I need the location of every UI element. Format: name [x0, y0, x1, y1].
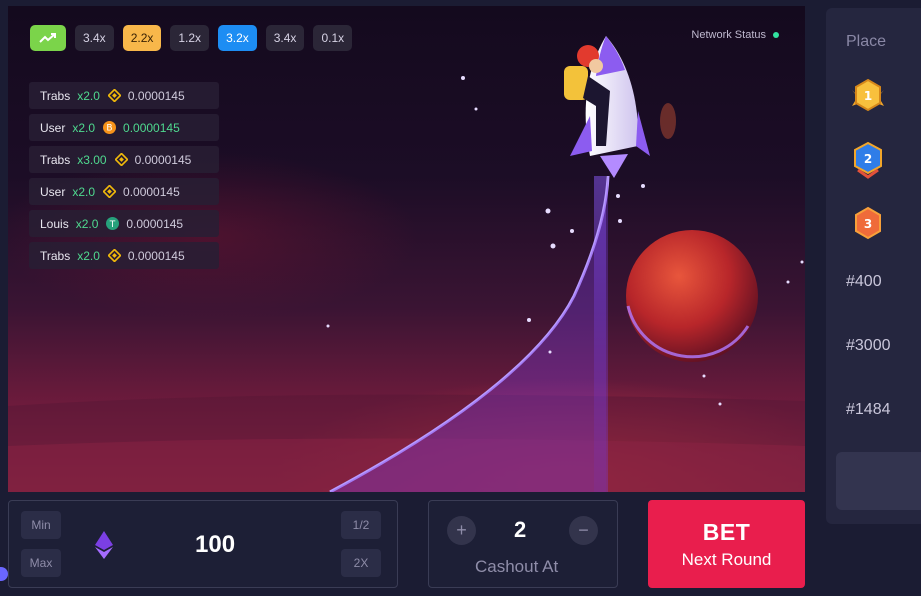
feed-multiplier: x3.00	[77, 152, 107, 167]
svg-text:T: T	[109, 220, 116, 230]
status-dot-icon	[773, 32, 779, 38]
blue-badge-icon: 2	[854, 141, 882, 179]
feed-multiplier: x2.0	[72, 120, 96, 135]
feed-row: User x2.0 B 0.0000145	[29, 114, 219, 141]
feed-multiplier: x2.0	[77, 248, 100, 263]
rank-number: #1484	[846, 401, 891, 418]
leaderboard-title: Place	[846, 33, 887, 50]
feed-user: Trabs	[40, 152, 71, 167]
side-handle[interactable]	[0, 567, 8, 581]
trend-up-icon	[39, 33, 56, 43]
cashout-minus-button[interactable]: −	[569, 516, 598, 545]
bet-amount-panel: Min Max 100 1/2 2X	[8, 500, 398, 588]
cashout-label: Cashout At	[475, 557, 559, 576]
feed-multiplier: x2.0	[72, 184, 96, 199]
glow	[660, 103, 676, 139]
bet-button-subtitle: Next Round	[681, 549, 772, 569]
feed-user: User	[40, 184, 66, 199]
bnb-coin-icon	[107, 89, 121, 102]
feed-user: Trabs	[40, 248, 71, 263]
leaderboard-sidebar: Place 1 2 3 #400 #3000 #1484	[826, 8, 921, 524]
svg-text:1: 1	[864, 89, 872, 103]
feed-row: Trabs x2.0 0.0000145	[29, 242, 219, 269]
feed-amount: 0.0000145	[123, 120, 180, 135]
bnb-coin-icon	[103, 185, 117, 198]
feed-multiplier: x2.0	[75, 216, 99, 231]
cashout-panel: + 2 − Cashout At	[428, 500, 618, 588]
multiplier-pill[interactable]: 2.2x	[122, 25, 162, 51]
ethereum-icon	[95, 531, 113, 559]
min-button[interactable]: Min	[21, 511, 61, 539]
feed-amount: 0.0000145	[127, 248, 185, 263]
multiplier-pill[interactable]: 3.4x	[75, 25, 114, 51]
feed-row: Louis x2.0 T 0.0000145	[29, 210, 219, 237]
bet-button-title: BET	[702, 518, 751, 545]
cashout-plus-button[interactable]: +	[447, 516, 476, 545]
rocket-icon	[564, 36, 650, 178]
feed-user: Louis	[40, 216, 69, 231]
double-button[interactable]: 2X	[341, 549, 381, 577]
bitcoin-coin-icon: B	[103, 121, 117, 134]
svg-text:2: 2	[864, 152, 872, 166]
bet-button[interactable]: BET Next Round	[648, 500, 805, 588]
bnb-coin-icon	[107, 249, 121, 262]
feed-user: Trabs	[40, 88, 71, 103]
live-bets-feed: Trabs x2.0 0.0000145 User x2.0 B 0.00001…	[29, 82, 219, 269]
tether-coin-icon: T	[106, 217, 120, 230]
multiplier-pill[interactable]: 3.2x	[218, 25, 257, 51]
svg-text:3: 3	[864, 217, 872, 231]
feed-amount: 0.0000145	[126, 216, 184, 231]
multiplier-pill[interactable]: 0.1x	[313, 25, 353, 51]
feed-amount: 0.0000145	[123, 184, 180, 199]
feed-row: Trabs x3.00 0.0000145	[29, 146, 219, 173]
rank-number: #3000	[846, 337, 891, 354]
planet-icon	[626, 230, 758, 362]
feed-multiplier: x2.0	[77, 88, 100, 103]
trend-button[interactable]	[30, 25, 66, 51]
game-stage: 3.4x 2.2x 1.2x 3.2x 3.4x 0.1x Network St…	[8, 6, 805, 492]
network-status: Network Status	[691, 29, 779, 41]
cashout-value-input[interactable]: 2	[514, 517, 526, 543]
feed-amount: 0.0000145	[127, 88, 185, 103]
gold-badge-icon: 1	[852, 78, 884, 112]
max-button[interactable]: Max	[21, 549, 61, 577]
sidebar-card[interactable]	[836, 452, 921, 510]
feed-row: User x2.0 0.0000145	[29, 178, 219, 205]
multiplier-history: 3.4x 2.2x 1.2x 3.2x 3.4x 0.1x	[30, 25, 353, 51]
svg-text:B: B	[106, 124, 112, 134]
orange-badge-icon: 3	[855, 206, 881, 240]
feed-amount: 0.0000145	[134, 152, 192, 167]
bet-amount-input[interactable]: 100	[195, 531, 235, 559]
network-status-label: Network Status	[691, 29, 766, 41]
rank-number: #400	[846, 273, 882, 290]
bnb-coin-icon	[114, 153, 128, 166]
feed-user: User	[40, 120, 66, 135]
multiplier-pill[interactable]: 1.2x	[170, 25, 210, 51]
half-button[interactable]: 1/2	[341, 511, 381, 539]
multiplier-pill[interactable]: 3.4x	[265, 25, 305, 51]
feed-row: Trabs x2.0 0.0000145	[29, 82, 219, 109]
